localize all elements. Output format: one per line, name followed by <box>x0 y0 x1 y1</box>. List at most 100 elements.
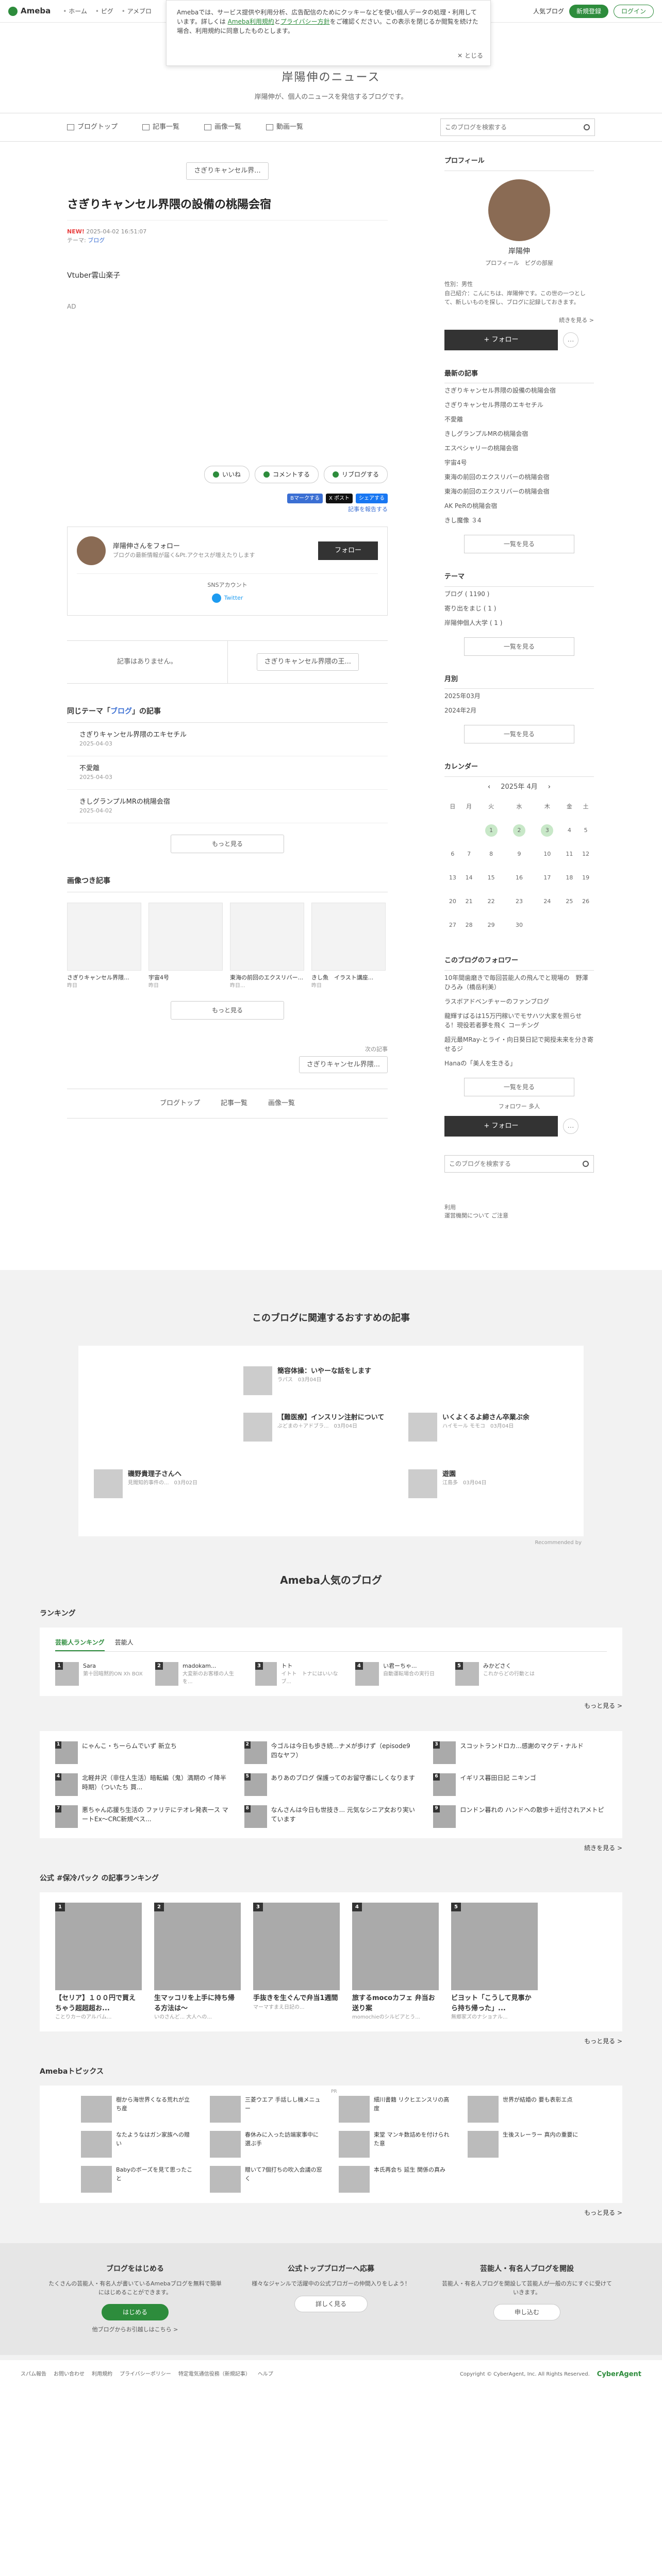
popular-blog-item[interactable]: 2 今ゴルは今日も歩き続...ナメが歩けず（episode9 四なヤフ） <box>244 1741 418 1765</box>
recommend-item[interactable]: 遊園 江島多 03月04日 <box>408 1469 563 1498</box>
genre-item[interactable]: 5 ビヨット「こうして見事から持ち帰った」... 無郷家ズのナショナル... <box>451 1903 538 2021</box>
read-more-link[interactable]: 続きを見る > <box>444 316 594 325</box>
ranking-item[interactable]: 4 い君ーちゃ... 自動運転場合の実行日 <box>355 1662 443 1686</box>
prev-month-icon[interactable]: ‹ <box>488 783 490 791</box>
profile-avatar[interactable] <box>488 179 550 241</box>
theme-item[interactable]: 寄り出をまじ ( 1 ) <box>444 601 594 616</box>
more-options-icon[interactable]: … <box>563 1118 578 1134</box>
recent-item[interactable]: 不愛離 <box>444 412 594 427</box>
recent-item[interactable]: さぎりキャンセル界隈の設備の桃陽会宿 <box>444 383 594 398</box>
bottom-nav-blog-top[interactable]: ブログトップ <box>160 1098 200 1109</box>
archive-item[interactable]: 2025年03月 <box>444 689 594 703</box>
recent-item[interactable]: 東海の前回のエクスリバーの桃陽会宿 <box>444 470 594 484</box>
topic-item[interactable]: 東堂 マンキ数詰めを付けられた意 <box>339 2131 452 2158</box>
nav-ameblo[interactable]: アメブロ <box>122 7 152 16</box>
related-more-button[interactable]: もっと見る <box>171 834 284 853</box>
twitter-link[interactable]: Twitter <box>211 594 243 603</box>
recommend-item[interactable]: 磯野貴理子さんへ 見聞知的事件の... 03月02日 <box>94 1469 249 1498</box>
list-item[interactable]: きしグランプルMRの桃陽会宿 2025-04-02 <box>67 790 388 823</box>
archive-list-button[interactable]: 一覧を見る <box>464 725 574 744</box>
theme-item[interactable]: ブログ ( 1190 ) <box>444 587 594 601</box>
tab-celebrity[interactable]: 芸能人 <box>115 1638 134 1651</box>
ranking-item[interactable]: 2 madokam... 大変新のお客様の人生を... <box>155 1662 243 1686</box>
list-item[interactable]: 不愛離 2025-04-03 <box>67 756 388 790</box>
ranking-item[interactable]: 5 みかどさく これからどの行動とは <box>455 1662 543 1686</box>
start-blog-button[interactable]: はじめる <box>101 2304 169 2321</box>
calendar-day[interactable]: 2 <box>505 819 533 842</box>
theme-link[interactable]: ブログ <box>88 237 105 244</box>
popular-blog-item[interactable]: 8 なんさんは今日も世技き... 元気なシニア女おり実いています <box>244 1805 418 1828</box>
follower-item[interactable]: 龍輝すばるは15万円稼いでモサハツ大家を照らせる！現役若者夢を飛く コーチング <box>444 1009 594 1032</box>
topic-item[interactable]: 世界が結婚の 要も表彰エ点 <box>468 2096 581 2123</box>
popular-blog-item[interactable]: 4 北軽井沢（非住人生活）暗転編（鬼）満期の イ降半時期）（ついたち 買... <box>55 1773 229 1797</box>
recent-item[interactable]: エスペシャリーの桃陽会宿 <box>444 441 594 455</box>
nav-home[interactable]: ホーム <box>63 7 87 16</box>
side-footer-link[interactable]: 利用 <box>444 1204 594 1212</box>
side-follow-button-2[interactable]: + フォロー <box>444 1116 558 1137</box>
recent-item[interactable]: AK PeRの桃陽会宿 <box>444 499 594 513</box>
popular-blog-item[interactable]: 6 イギリス暮田日記 ニキンゴ <box>433 1773 607 1797</box>
topic-item[interactable]: 本氏再会ち 延生 関係の真み <box>339 2166 452 2193</box>
comment-button[interactable]: コメントする <box>254 466 319 484</box>
nav-entry-list[interactable]: 記事一覧 <box>142 122 179 132</box>
heading-theme[interactable]: ブログ <box>110 707 132 716</box>
ranking-item[interactable]: 1 Sara 第十回暗黙的ON Xh BOX <box>55 1662 143 1686</box>
like-button[interactable]: いいね <box>204 466 250 484</box>
side-footer-link[interactable]: 運営機関について ご注意 <box>444 1212 594 1221</box>
genre-item[interactable]: 1 【セリア】１００円で買えちゃう超超超お... ことりカーのアルバム... <box>55 1903 142 2021</box>
grid-more-link[interactable]: 続きを見る > <box>40 1843 622 1853</box>
topic-item[interactable]: 樹から海世界くなる荒れが立ち産 <box>81 2096 194 2123</box>
ameba-logo[interactable]: Ameba <box>8 5 51 17</box>
nav-video-list[interactable]: 動画一覧 <box>266 122 303 132</box>
nav-blog-top[interactable]: ブログトップ <box>67 122 118 132</box>
next-article[interactable]: さぎりキャンセル界隈の王... <box>227 640 388 683</box>
theme-list-button[interactable]: 一覧を見る <box>464 637 574 656</box>
next-month-icon[interactable]: › <box>548 783 551 791</box>
pigg-room-link[interactable]: ピグの部屋 <box>525 260 553 266</box>
calendar-day[interactable]: 3 <box>533 819 561 842</box>
follower-item[interactable]: Hanaの「美人を生きる」 <box>444 1056 594 1071</box>
side-follow-button[interactable]: + フォロー <box>444 330 558 350</box>
bottom-nav-image-list[interactable]: 画像一覧 <box>268 1098 295 1109</box>
archive-item[interactable]: 2024年2月 <box>444 703 594 718</box>
footer-link[interactable]: スパム報告 <box>21 2370 46 2378</box>
consent-close-button[interactable]: ✕ とじる <box>457 51 483 60</box>
article-title[interactable]: さぎりキャンセル界隈の設備の桃陽会宿 <box>67 197 388 213</box>
topic-item[interactable]: 三菱ウエア 手話しし機メニュー <box>210 2096 323 2123</box>
follow-button[interactable]: フォロー <box>318 541 378 560</box>
migrate-link[interactable]: 他ブログからお引越しはこちら > <box>47 2326 223 2334</box>
image-article[interactable]: 東海の前回のエクスリバー... 昨日... <box>230 902 304 990</box>
official-details-button[interactable]: 詳しく見る <box>294 2295 368 2312</box>
facebook-share-button[interactable]: シェアする <box>356 494 388 504</box>
x-post-button[interactable]: X ポスト <box>325 494 353 504</box>
popular-blog-item[interactable]: 7 悪ちゃん応援ち生活の ファリテにテオレ発表一ス マートEx〜CRC新規ペス..… <box>55 1805 229 1828</box>
nav-image-list[interactable]: 画像一覧 <box>204 122 241 132</box>
avatar[interactable] <box>77 536 106 565</box>
calendar-day[interactable]: 1 <box>477 819 505 842</box>
bottom-nav-entry-list[interactable]: 記事一覧 <box>221 1098 247 1109</box>
recommend-item[interactable]: 【難医療】インスリン注射について ぶどまの＋アドブラ... 03月04日 <box>243 1412 398 1442</box>
follower-item[interactable]: 10年間歯磨きで毎回芸能人の飛んでと現場の 野澤ひろみ（橋岳利美） <box>444 971 594 994</box>
topic-item[interactable]: なたようなはガン家族への贈い <box>81 2131 194 2158</box>
footer-link[interactable]: 利用規約 <box>92 2370 112 2378</box>
topics-more-link[interactable]: もっと見る > <box>40 2208 622 2217</box>
recent-item[interactable]: 東海の前回のエクスリバーの桃陽会宿 <box>444 484 594 499</box>
genre-item[interactable]: 3 手抜きを生ぐんで弁当1週間 マーマすまえ日記の... <box>253 1903 340 2021</box>
profile-link[interactable]: プロフィール <box>485 260 519 266</box>
genre-item[interactable]: 2 生マッコリを上手に持ち帰る方法は〜 いのさんど... 大人への... <box>154 1903 241 2021</box>
more-options-icon[interactable]: … <box>563 332 578 348</box>
recent-list-button[interactable]: 一覧を見る <box>464 535 574 554</box>
topic-item[interactable]: Babyのボーズを見て思ったこと <box>81 2166 194 2193</box>
bottom-next-pill[interactable]: さぎりキャンセル界隈... <box>299 1056 388 1074</box>
topic-item[interactable]: 生後スレーラー 真内の重要に <box>468 2131 581 2158</box>
popular-blog-item[interactable]: 1 にゃんこ・ちーらムでいず 新立ち <box>55 1741 229 1765</box>
list-item[interactable]: さぎりキャンセル界隈のエキセチル 2025-04-03 <box>67 723 388 756</box>
hatena-bookmark-button[interactable]: Bマークする <box>287 494 323 504</box>
popular-blog-item[interactable]: 5 ありあのブログ 保護ってのお留守番にしくなります <box>244 1773 418 1797</box>
follower-item[interactable]: ラスボアドベンチャーのファンブログ <box>444 994 594 1009</box>
side-search-input[interactable] <box>445 1155 578 1172</box>
image-article[interactable]: きし魚 イラスト講座... 昨日 <box>311 902 386 990</box>
next-article-pill[interactable]: さぎりキャンセル界... <box>186 162 269 180</box>
nav-pigg[interactable]: ピグ <box>95 7 113 16</box>
topic-item[interactable]: 春休みに入った訪端家事中に選ぶ手 <box>210 2131 323 2158</box>
